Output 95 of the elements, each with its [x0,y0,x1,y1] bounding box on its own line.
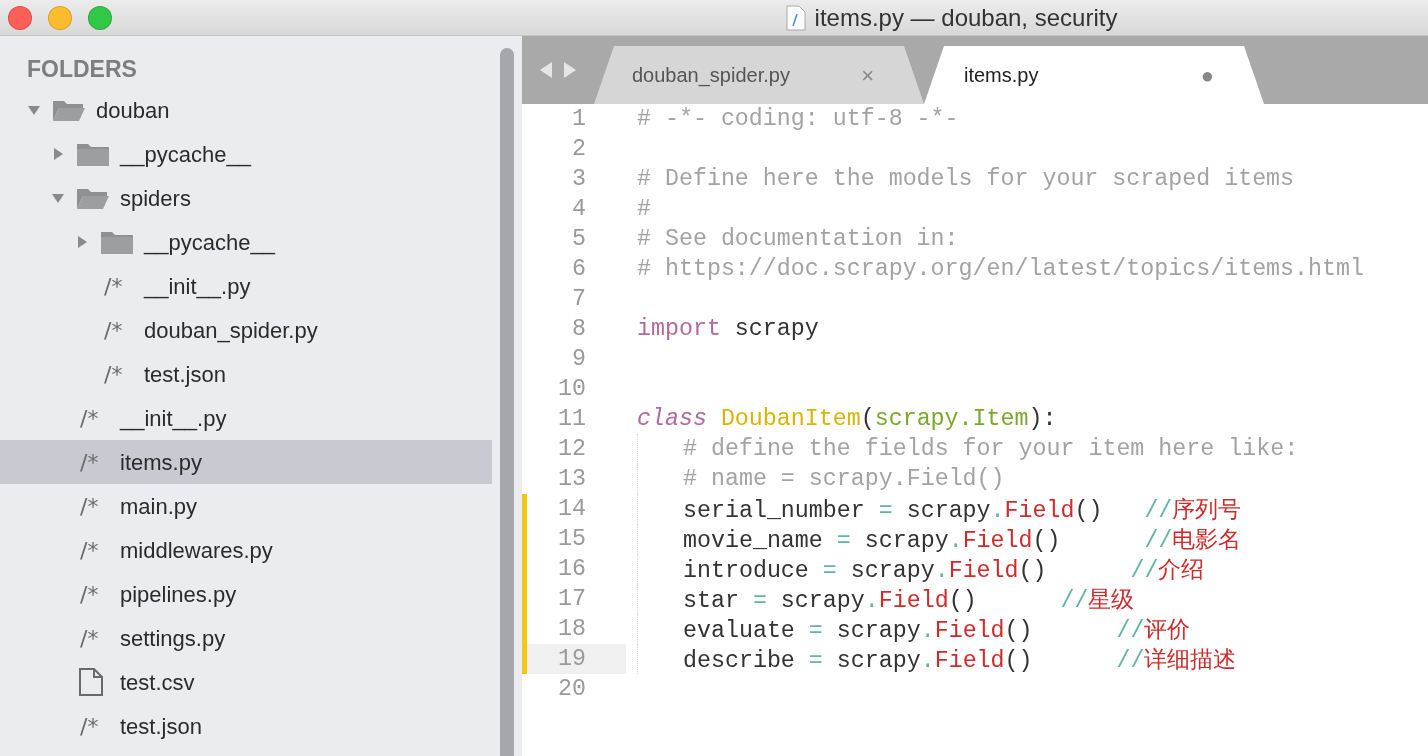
editor-tab[interactable]: douban_spider.py × [594,46,924,104]
file-name: main.py [120,492,198,521]
sidebar-row[interactable]: /* __init__.py [0,396,492,440]
file-type-glyph: /* [80,712,100,741]
line-number: 10 [557,375,587,404]
sidebar-row[interactable]: /* test.json [0,352,492,396]
sidebar-row[interactable]: /* pipelines.py [0,572,492,616]
file-name: middlewares.py [120,536,273,565]
sidebar-row[interactable]: /* settings.py [0,616,492,660]
line-number: 16 [522,554,626,584]
code-line: movie_name = scrapy.Field() //电影名 [637,524,1242,554]
line-number: 5 [571,225,587,254]
line-number: 11 [557,405,587,434]
file-type-glyph: /* [104,272,124,301]
tab-label: items.py [964,63,1039,88]
file-name: __init__.py [144,272,251,301]
line-number: 12 [557,435,587,464]
file-name: douban [96,96,170,125]
document-icon [784,4,807,31]
sidebar-row[interactable]: test.csv [0,660,492,704]
file-name: pipelines.py [120,580,237,609]
line-number: 17 [522,584,626,614]
file-name: __init__.py [120,404,227,433]
code-line: # https://doc.scrapy.org/en/latest/topics/items.html [636,255,1364,284]
code-line: # See documentation in: [636,225,959,254]
sidebar-row[interactable]: /* __init__.py [0,264,492,308]
sidebar-row[interactable]: /* test.json [0,704,492,748]
line-number: 13 [557,465,587,494]
sidebar-row[interactable]: __pycache__ [0,132,492,176]
code-line: describe = scrapy.Field() //详细描述 [637,644,1237,674]
file-name: settings.py [120,624,226,653]
folders-header: FOLDERS [26,55,138,84]
line-number: 6 [571,255,587,284]
file-type-glyph: /* [104,360,124,389]
line-number: 7 [571,285,587,314]
file-name: douban_spider.py [144,316,318,345]
file-name: test.json [144,360,226,389]
line-number: 8 [571,315,587,344]
sidebar-row[interactable]: /* middlewares.py [0,528,492,572]
code-line: # Define here the models for your scraped items [636,165,1295,194]
document-icon [78,668,104,696]
file-name: test.csv [120,668,195,697]
folder-icon [76,141,110,167]
code-line: # -*- coding: utf-8 -*- [636,105,959,134]
line-number: 15 [522,524,626,554]
code-line: # name = scrapy.Field() [637,464,1005,494]
line-number: 3 [571,165,587,194]
code-line: # define the fields for your item here like: [637,434,1299,464]
file-type-glyph: /* [104,316,124,345]
folder-icon [100,229,134,255]
zoom-window-icon[interactable] [88,5,112,30]
sidebar-row[interactable]: /* main.py [0,484,492,528]
file-type-glyph: /* [80,448,100,477]
file-type-glyph: /* [80,404,100,433]
collapsed-caret-icon[interactable] [75,235,89,249]
back-arrow-icon[interactable] [538,60,554,80]
code-line: serial_number = scrapy.Field() //序列号 [637,494,1242,524]
file-type-glyph: /* [80,580,100,609]
line-number: 4 [571,195,587,224]
line-number: 2 [571,135,587,164]
code-line: evaluate = scrapy.Field() //评价 [637,614,1191,644]
code-line: class DoubanItem(scrapy.Item): [636,405,1057,434]
code-line: introduce = scrapy.Field() //介绍 [637,554,1205,584]
file-type-glyph: /* [80,624,100,653]
scrollbar[interactable] [500,48,514,756]
forward-arrow-icon[interactable] [562,60,578,80]
sidebar-row[interactable]: /* items.py [0,440,492,484]
code-line: # [636,195,651,224]
sidebar-row[interactable]: douban [0,88,492,132]
window-title: items.py — douban, security [814,2,1118,33]
file-type-glyph: /* [80,536,100,565]
tab-label: douban_spider.py [632,63,790,89]
line-number: 14 [522,494,626,524]
collapsed-caret-icon[interactable] [51,147,65,161]
expanded-caret-icon[interactable] [27,103,41,117]
sidebar-row[interactable]: /* douban_spider.py [0,308,492,352]
file-name: items.py [120,448,202,477]
minimize-window-icon[interactable] [48,5,72,30]
line-number: 20 [557,675,587,704]
sidebar-row[interactable]: __pycache__ [0,220,492,264]
unsaved-dot: ● [1200,61,1214,90]
line-number: 19 [522,644,626,674]
line-number: 9 [571,345,587,374]
code-line: import scrapy [636,315,819,344]
line-number: 1 [571,105,587,134]
close-window-icon[interactable] [8,5,32,30]
code-line: star = scrapy.Field() //星级 [637,584,1135,614]
sidebar-row[interactable]: spiders [0,176,492,220]
file-name: __pycache__ [144,228,275,257]
file-name: test.json [120,712,202,741]
file-type-glyph: /* [80,492,100,521]
file-name: __pycache__ [120,140,251,169]
editor-tab[interactable]: items.py ● [924,46,1264,104]
file-name: spiders [120,184,191,213]
expanded-caret-icon[interactable] [51,191,65,205]
